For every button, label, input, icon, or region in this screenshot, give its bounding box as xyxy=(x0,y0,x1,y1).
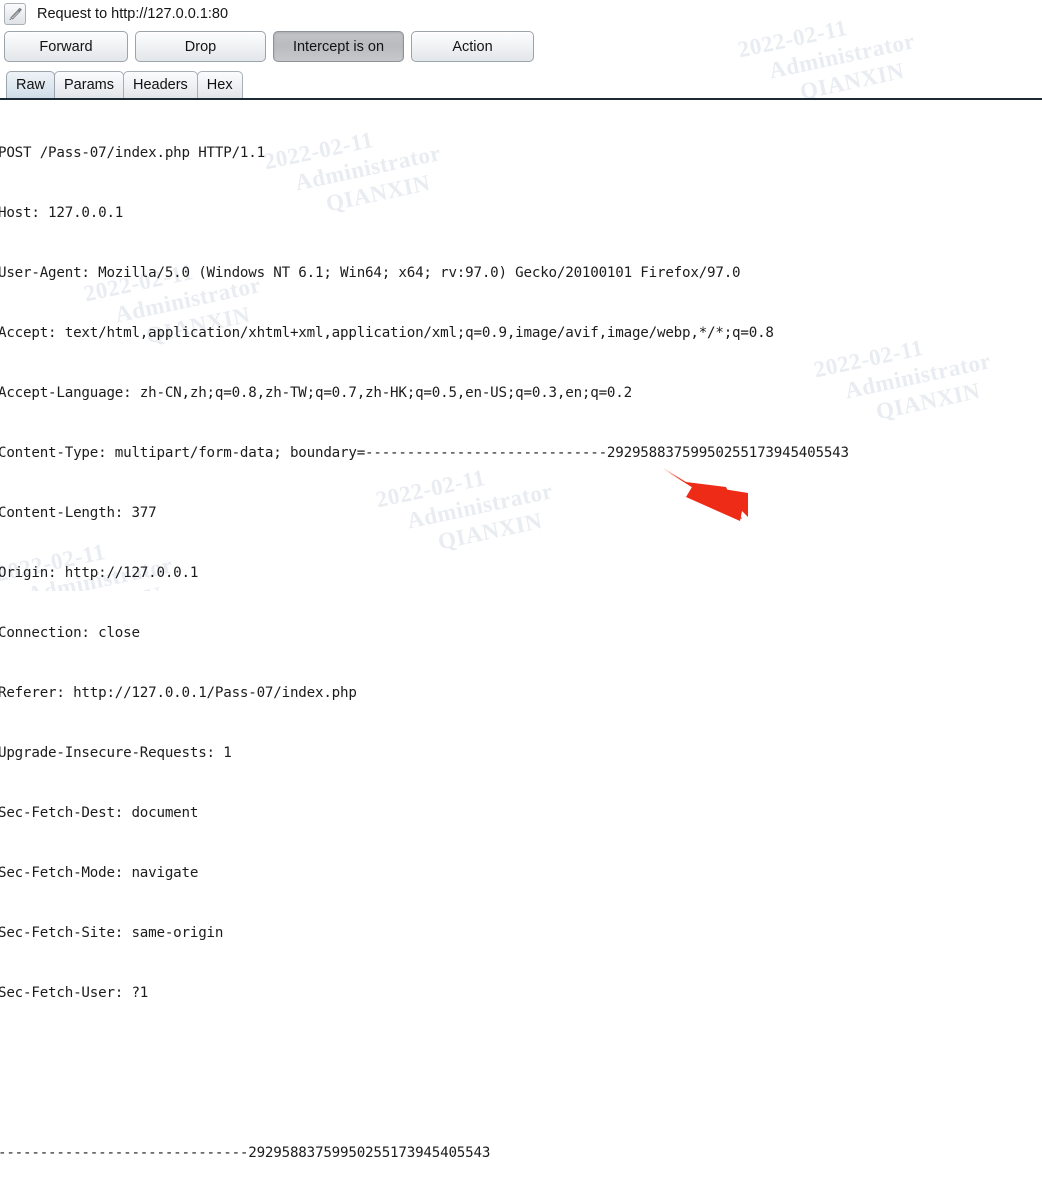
message-tabs: Raw Params Headers Hex xyxy=(0,69,1042,101)
request-editor[interactable]: POST /Pass-07/index.php HTTP/1.1 Host: 1… xyxy=(0,101,1042,1182)
header-referer: Referer: http://127.0.0.1/Pass-07/index.… xyxy=(0,685,357,701)
header-content-type: Content-Type: multipart/form-data; bound… xyxy=(0,445,849,461)
page-title: Request to http://127.0.0.1:80 xyxy=(37,6,229,22)
header-sec-fetch-site: Sec-Fetch-Site: same-origin xyxy=(0,925,224,941)
header-content-length: Content-Length: 377 xyxy=(0,505,157,521)
forward-button[interactable]: Forward xyxy=(4,31,128,62)
header-sec-fetch-user: Sec-Fetch-User: ?1 xyxy=(0,985,149,1001)
tab-hex[interactable]: Hex xyxy=(196,71,243,98)
header-connection: Connection: close xyxy=(0,625,140,641)
header-user-agent: User-Agent: Mozilla/5.0 (Windows NT 6.1;… xyxy=(0,265,741,281)
header-origin: Origin: http://127.0.0.1 xyxy=(0,565,199,581)
tab-params[interactable]: Params xyxy=(54,71,124,98)
intercept-toolbar: Forward Drop Intercept is on Action xyxy=(0,28,1042,69)
request-line: POST /Pass-07/index.php HTTP/1.1 xyxy=(0,145,265,161)
header-sec-fetch-dest: Sec-Fetch-Dest: document xyxy=(0,805,199,821)
header-accept-language: Accept-Language: zh-CN,zh;q=0.8,zh-TW;q=… xyxy=(0,385,632,401)
header-upgrade-insecure-requests: Upgrade-Insecure-Requests: 1 xyxy=(0,745,232,761)
header-accept: Accept: text/html,application/xhtml+xml,… xyxy=(0,325,774,341)
tab-headers[interactable]: Headers xyxy=(122,71,198,98)
action-button[interactable]: Action xyxy=(411,31,534,62)
header-host: Host: 127.0.0.1 xyxy=(0,205,124,221)
window-titlebar: Request to http://127.0.0.1:80 xyxy=(0,0,1042,28)
header-sec-fetch-mode: Sec-Fetch-Mode: navigate xyxy=(0,865,199,881)
tabstrip-divider xyxy=(0,98,1042,100)
body-boundary-1: ------------------------------2929588375… xyxy=(0,1145,491,1161)
intercept-toggle-button[interactable]: Intercept is on xyxy=(273,31,404,62)
tab-raw[interactable]: Raw xyxy=(6,71,56,98)
drop-button[interactable]: Drop xyxy=(135,31,266,62)
pencil-icon[interactable] xyxy=(4,3,26,25)
